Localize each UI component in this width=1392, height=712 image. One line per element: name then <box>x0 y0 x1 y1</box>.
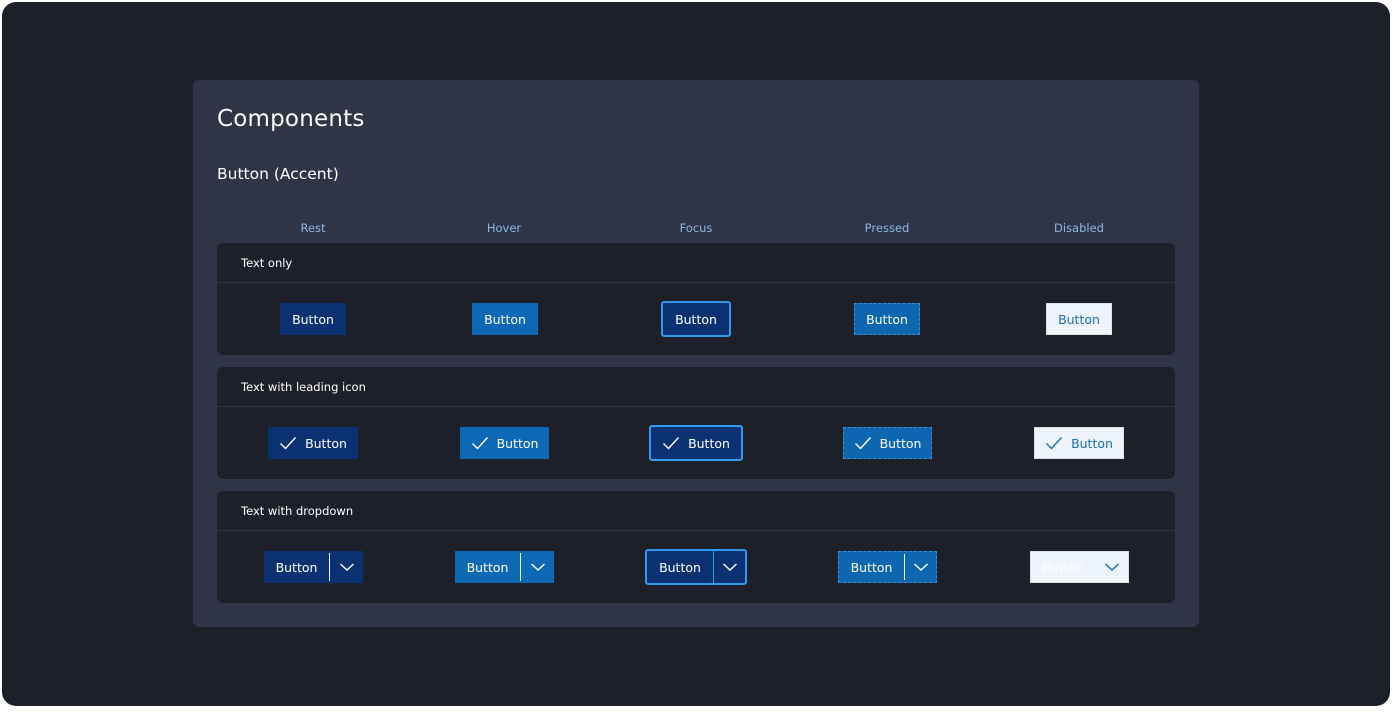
split-button-main: Button <box>1031 552 1095 582</box>
button-label: Button <box>866 311 908 327</box>
split-button-main[interactable]: Button <box>839 552 904 582</box>
split-button-main[interactable]: Button <box>264 551 329 583</box>
checkmark-icon <box>662 436 680 450</box>
button-label: Button <box>292 311 334 327</box>
button-text-pressed[interactable]: Button <box>854 303 920 335</box>
button-label: Button <box>659 559 701 575</box>
checkmark-icon <box>471 436 489 450</box>
split-button-disabled: Button <box>1030 551 1129 583</box>
split-button-rest[interactable]: Button <box>264 551 363 583</box>
card-text-only: Text only <box>217 243 1175 355</box>
button-label: Button <box>275 559 318 575</box>
button-label: Button <box>484 311 526 327</box>
button-label: Button <box>1058 311 1100 327</box>
state-label-disabled: Disabled <box>1054 221 1104 235</box>
split-button-pressed[interactable]: Button <box>838 551 937 583</box>
button-label: Button <box>466 559 509 575</box>
chevron-down-icon <box>1096 552 1128 582</box>
chevron-down-icon[interactable] <box>905 552 936 582</box>
checkmark-icon <box>1045 436 1063 450</box>
button-label: Button <box>496 435 539 451</box>
state-label-focus: Focus <box>679 221 713 235</box>
button-label: Button <box>1042 559 1085 575</box>
card-header: Text only <box>217 243 1175 283</box>
chevron-down-icon[interactable] <box>714 551 745 583</box>
checkmark-icon <box>279 436 297 450</box>
card-header: Text with leading icon <box>217 367 1175 407</box>
state-label-hover: Hover <box>486 221 522 235</box>
button-icon-hover[interactable]: Button <box>460 427 549 459</box>
chevron-down-icon[interactable] <box>521 551 554 583</box>
button-text-hover[interactable]: Button <box>472 303 538 335</box>
card-header: Text with dropdown <box>217 491 1175 531</box>
button-text-focus[interactable]: Button <box>661 301 731 337</box>
chevron-down-icon[interactable] <box>330 551 363 583</box>
state-label-rest: Rest <box>300 221 326 235</box>
button-label: Button <box>688 435 730 451</box>
button-text-disabled: Button <box>1046 303 1112 335</box>
split-button-main[interactable]: Button <box>455 551 520 583</box>
button-label: Button <box>675 311 717 327</box>
card-text-with-dropdown: Text with dropdown <box>217 491 1175 603</box>
page-title: Components <box>217 106 365 132</box>
button-text-rest[interactable]: Button <box>280 303 346 335</box>
button-label: Button <box>850 559 893 575</box>
button-label: Button <box>1071 435 1113 451</box>
button-label: Button <box>879 435 922 451</box>
split-button-hover[interactable]: Button <box>455 551 554 583</box>
split-button-focus[interactable]: Button <box>645 549 747 585</box>
card-title: Text with dropdown <box>241 504 354 518</box>
button-icon-rest[interactable]: Button <box>268 427 358 459</box>
split-button-main[interactable]: Button <box>647 551 713 583</box>
button-icon-disabled: Button <box>1034 427 1124 459</box>
card-text-with-leading-icon: Text with leading icon <box>217 367 1175 479</box>
button-label: Button <box>305 435 347 451</box>
button-icon-pressed[interactable]: Button <box>843 427 932 459</box>
card-title: Text with leading icon <box>241 380 366 394</box>
card-title: Text only <box>241 256 293 270</box>
state-label-pressed: Pressed <box>864 221 910 235</box>
section-title: Button (Accent) <box>217 165 339 183</box>
button-icon-focus[interactable]: Button <box>649 425 743 461</box>
checkmark-icon <box>854 436 872 450</box>
